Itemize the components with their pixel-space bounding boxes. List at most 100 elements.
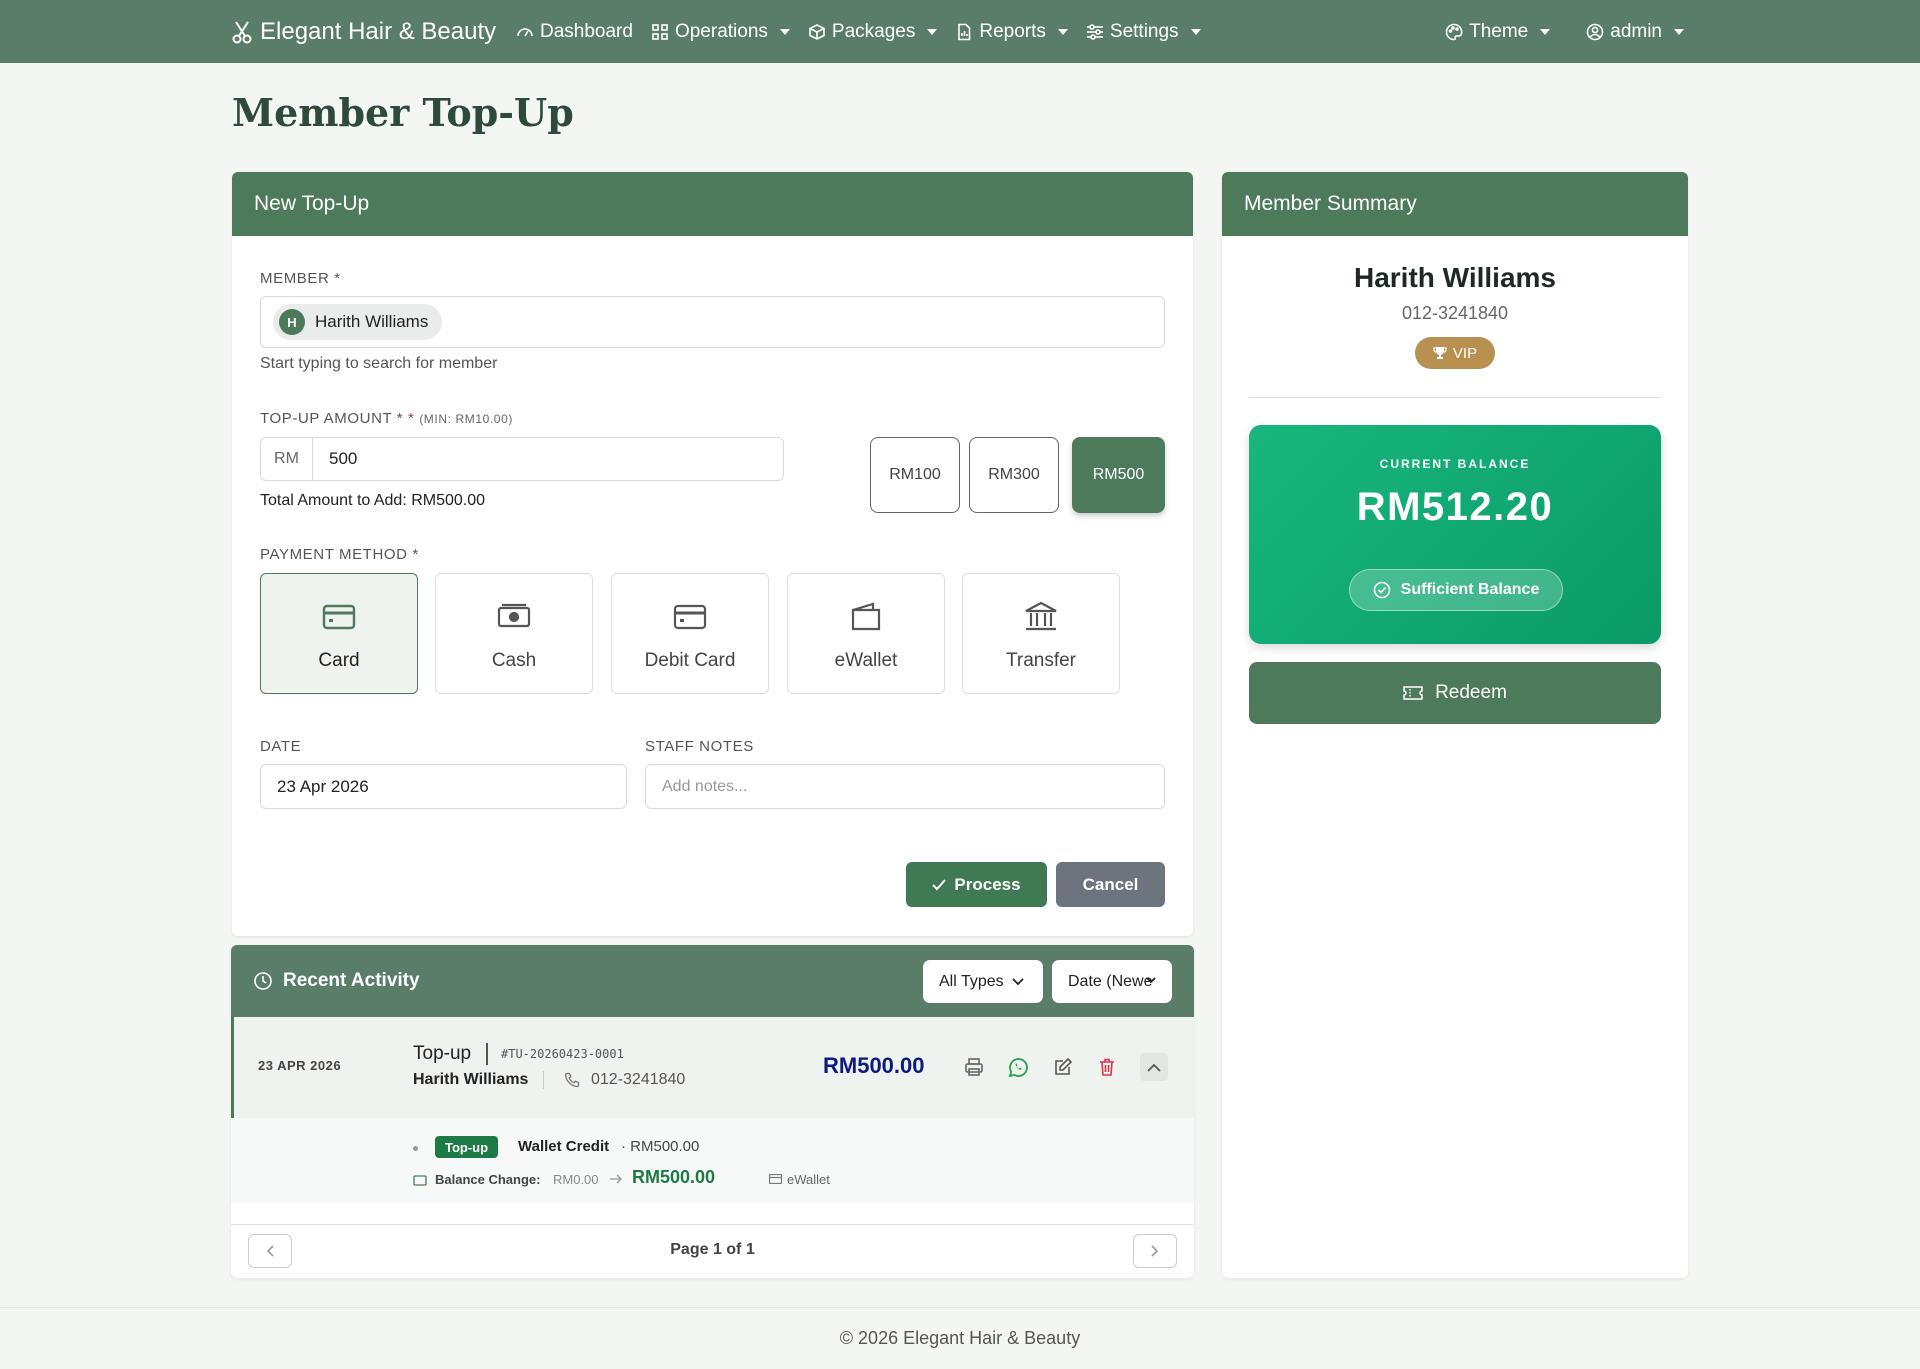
nav-reports[interactable]: Reports <box>955 21 1068 43</box>
delete-icon[interactable] <box>1097 1057 1117 1077</box>
member-summary-card: Member Summary Harith Williams 012-32418… <box>1222 172 1688 1278</box>
payment-card-label: Card <box>318 650 360 671</box>
chevron-down-icon <box>1011 977 1024 985</box>
line-item-amount: · RM500.00 <box>621 1138 700 1155</box>
process-button[interactable]: Process <box>906 862 1047 907</box>
cancel-button[interactable]: Cancel <box>1056 862 1165 907</box>
scissors-icon <box>232 20 252 43</box>
theme-label: Theme <box>1469 20 1529 42</box>
payment-method-label: PAYMENT METHOD * <box>260 546 419 563</box>
date-input[interactable]: 23 Apr 2026 <box>260 764 627 809</box>
amount-label: TOP-UP AMOUNT * * (MIN: RM10.00) <box>260 410 513 427</box>
summary-divider <box>1249 397 1661 398</box>
grid-icon <box>652 23 668 40</box>
member-search-field[interactable]: H Harith Williams <box>260 296 1165 348</box>
redeem-button[interactable]: Redeem <box>1249 662 1661 724</box>
activity-details: Top-up Wallet Credit · RM500.00 Balance … <box>231 1118 1194 1203</box>
activity-date: 23 APR 2026 <box>258 1058 342 1073</box>
collapse-toggle[interactable] <box>1140 1053 1168 1081</box>
recent-activity-card: Recent Activity All Types Date (Newe 23 … <box>231 945 1194 1278</box>
trophy-icon <box>1433 347 1447 359</box>
activity-member: Harith Williams <box>413 1071 529 1088</box>
nav-packages-label: Packages <box>831 20 916 42</box>
type-filter-value: All Types <box>939 972 1004 990</box>
balance-from: RM0.00 <box>553 1172 599 1187</box>
balance-to: RM500.00 <box>632 1167 716 1187</box>
vip-badge: VIP <box>1415 337 1495 369</box>
credit-card-icon <box>322 604 356 630</box>
member-label: MEMBER * <box>260 270 341 287</box>
quick-amount-rm500[interactable]: RM500 <box>1072 437 1165 513</box>
nav-packages[interactable]: Packages <box>808 20 938 43</box>
payment-transfer[interactable]: Transfer <box>962 573 1120 694</box>
bank-icon <box>1025 601 1057 631</box>
brand[interactable]: Elegant Hair & Beauty <box>232 0 496 63</box>
selected-member-name: Harith Williams <box>315 312 429 331</box>
cash-icon <box>497 603 531 628</box>
payment-cash-label: Cash <box>491 650 537 671</box>
payment-debit-card[interactable]: Debit Card <box>611 573 769 694</box>
ticket-icon <box>1403 686 1423 700</box>
payment-card[interactable]: Card <box>260 573 418 694</box>
activity-type: Top-up <box>413 1043 472 1064</box>
theme-menu[interactable]: Theme <box>1445 20 1551 43</box>
palette-icon <box>1445 23 1463 40</box>
activity-phone: 012-3241840 <box>591 1071 686 1088</box>
page-indicator: Page 1 of 1 <box>670 1241 755 1258</box>
user-label: admin <box>1610 20 1662 42</box>
sort-value: Date (Newe <box>1068 972 1153 990</box>
quick-amount-rm100[interactable]: RM100 <box>870 437 960 513</box>
edit-icon[interactable] <box>1053 1057 1073 1077</box>
activity-row[interactable]: 23 APR 2026 Top-up #TU-20260423-0001 Har… <box>231 1017 1194 1118</box>
debit-card-icon <box>673 604 707 630</box>
balance-value: RM512.20 <box>1356 485 1554 529</box>
print-icon[interactable] <box>964 1057 984 1077</box>
footer: © 2026 Elegant Hair & Beauty <box>0 1307 1920 1369</box>
arrow-right-icon <box>610 1174 622 1184</box>
chevron-up-icon <box>1147 1063 1161 1072</box>
member-helper-text: Start typing to search for member <box>260 355 498 372</box>
payment-debit-card-label: Debit Card <box>644 650 736 671</box>
sort-select[interactable]: Date (Newe <box>1052 960 1172 1003</box>
chevron-down-icon <box>1146 977 1156 984</box>
payment-ewallet[interactable]: eWallet <box>787 573 945 694</box>
line-item-name: Wallet Credit <box>518 1138 610 1155</box>
activity-amount: RM500.00 <box>823 1053 925 1078</box>
sufficient-balance-label: Sufficient Balance <box>1400 581 1540 598</box>
detail-bullet <box>413 1146 418 1151</box>
member-avatar: H <box>279 309 305 335</box>
nav-dashboard[interactable]: Dashboard <box>516 21 633 43</box>
top-navbar: Elegant Hair & Beauty Dashboard Operatio… <box>0 0 1920 63</box>
nav-reports-label: Reports <box>979 20 1046 42</box>
caret-down-icon <box>927 28 938 35</box>
staff-notes-input[interactable]: Add notes... <box>645 764 1165 809</box>
next-page-button[interactable] <box>1133 1234 1177 1268</box>
type-filter-select[interactable]: All Types <box>923 960 1043 1003</box>
nav-operations-label: Operations <box>674 20 768 42</box>
caret-down-icon <box>1057 28 1068 35</box>
process-label: Process <box>954 874 1021 894</box>
gauge-icon <box>517 27 533 36</box>
caret-down-icon <box>1540 28 1551 35</box>
nav-operations[interactable]: Operations <box>651 21 790 43</box>
sufficient-balance-badge: Sufficient Balance <box>1349 569 1563 611</box>
topup-badge: Top-up <box>435 1136 499 1158</box>
clock-icon <box>254 972 272 990</box>
user-menu[interactable]: admin <box>1586 21 1684 43</box>
payment-cash[interactable]: Cash <box>435 573 593 694</box>
whatsapp-icon[interactable] <box>1008 1057 1029 1078</box>
nav-settings[interactable]: Settings <box>1086 21 1201 43</box>
wallet-icon <box>851 602 881 631</box>
amount-input[interactable]: RM 500 <box>260 437 784 481</box>
member-summary-header: Member Summary <box>1222 172 1688 236</box>
brand-name: Elegant Hair & Beauty <box>260 17 497 45</box>
quick-amount-rm300[interactable]: RM300 <box>969 437 1059 513</box>
total-amount-text: Total Amount to Add: RM500.00 <box>260 492 486 509</box>
selected-member-chip[interactable]: H Harith Williams <box>273 304 443 340</box>
sliders-icon <box>1086 23 1103 40</box>
recent-activity-header: Recent Activity All Types Date (Newe <box>231 945 1194 1017</box>
recent-activity-title: Recent Activity <box>253 945 420 1017</box>
phone-icon <box>564 1072 580 1088</box>
pagination: Page 1 of 1 <box>231 1224 1194 1276</box>
report-icon <box>958 23 971 40</box>
